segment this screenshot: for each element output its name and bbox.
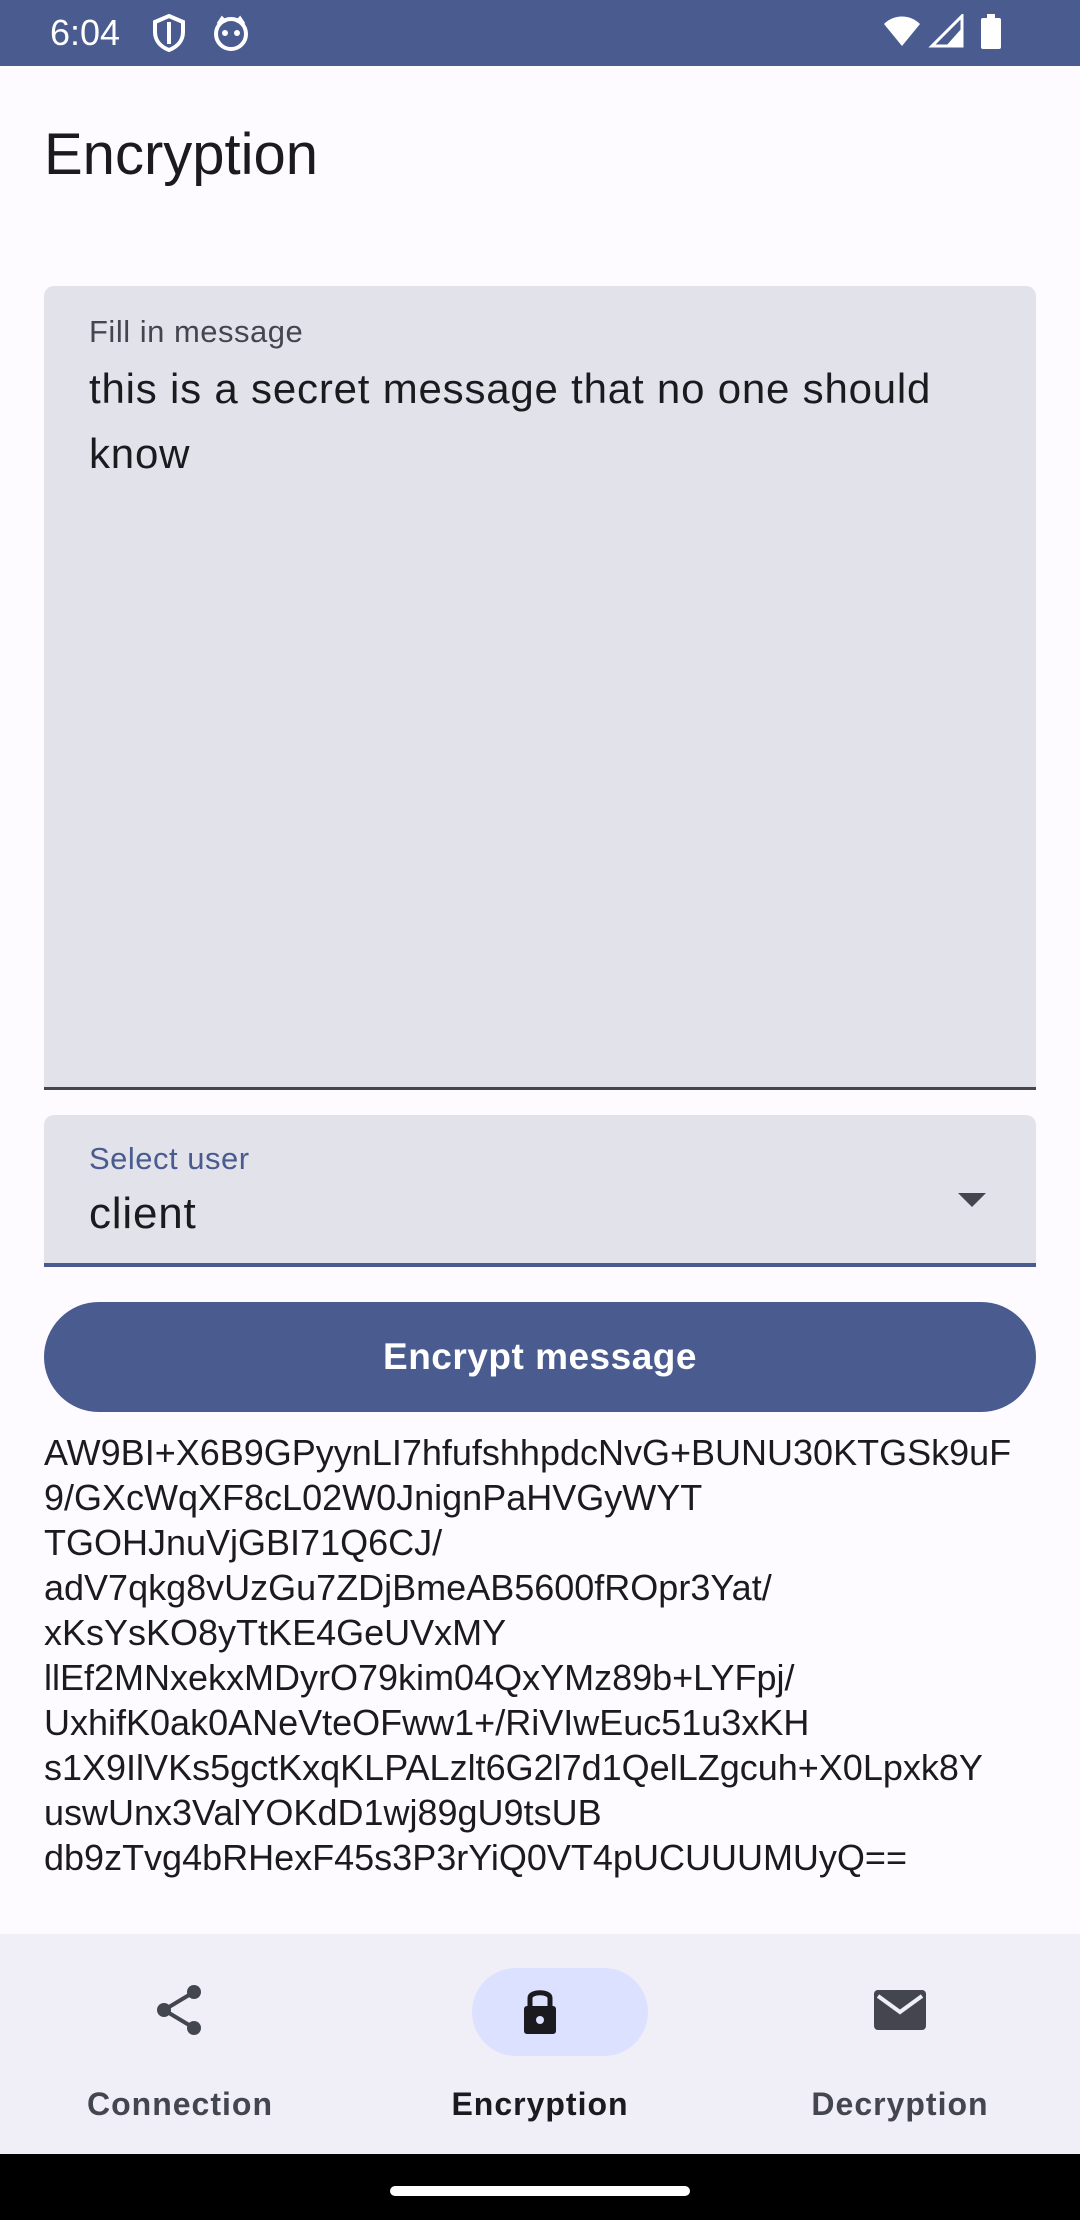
- cipher-line: 9/GXcWqXF8cL02W0JnignPaHVGyWYT: [44, 1477, 703, 1518]
- cipher-line: TGOHJnuVjGBI71Q6CJ/: [44, 1522, 443, 1563]
- battery-icon: [980, 14, 1002, 55]
- select-user-label: Select user: [89, 1141, 250, 1176]
- nav-label-encryption: Encryption: [451, 2086, 629, 2122]
- nav-label-connection: Connection: [87, 2086, 273, 2122]
- nav-item-decryption[interactable]: Decryption: [720, 1934, 1080, 2154]
- lock-icon: [510, 1980, 570, 2045]
- cipher-output: AW9BI+X6B9GPyynLI7hfufshhpdcNvG+BUNU30KT…: [44, 1430, 1044, 1890]
- dropdown-arrow-icon[interactable]: [952, 1181, 992, 1226]
- message-field-value[interactable]: this is a secret message that no one sho…: [89, 356, 969, 486]
- status-time: 6:04: [50, 12, 121, 53]
- cipher-line: UxhifK0ak0ANeVteOFww1+/RiVIwEuc51u3xKH: [44, 1702, 810, 1743]
- message-field-label: Fill in message: [89, 314, 304, 349]
- cipher-line: adV7qkg8vUzGu7ZDjBmeAB5600fROpr3Yat/: [44, 1567, 772, 1608]
- shield-icon: [152, 13, 186, 57]
- bottom-navigation: Connection Encryption Decryption: [0, 1934, 1080, 2154]
- message-text-area[interactable]: Fill in message this is a secret message…: [44, 286, 1036, 1090]
- cipher-line: xKsYsKO8yTtKE4GeUVxMY: [44, 1612, 507, 1653]
- share-icon: [150, 1980, 210, 2045]
- cipher-line: uswUnx3ValYOKdD1wj89gU9tsUB: [44, 1792, 602, 1833]
- encrypt-message-button[interactable]: Encrypt message: [44, 1302, 1036, 1412]
- cipher-line: s1X9IlVKs5gctKxqKLPALzlt6G2l7d1QelLZgcuh…: [44, 1747, 983, 1788]
- cat-icon: [212, 14, 250, 57]
- select-user-value[interactable]: client: [89, 1189, 197, 1239]
- nav-item-encryption[interactable]: Encryption: [360, 1934, 720, 2154]
- status-bar: 6:04: [0, 0, 1080, 66]
- cipher-line: AW9BI+X6B9GPyynLI7hfufshhpdcNvG+BUNU30KT…: [44, 1432, 1012, 1473]
- cipher-line: db9zTvg4bRHexF45s3P3rYiQ0VT4pUCUUUMUyQ==: [44, 1837, 907, 1878]
- page-title: Encryption: [44, 122, 319, 187]
- nav-label-decryption: Decryption: [811, 2086, 989, 2122]
- select-user-dropdown[interactable]: Select user client: [44, 1115, 1036, 1267]
- wifi-icon: [882, 14, 922, 53]
- cipher-line: llEf2MNxekxMDyrO79kim04QxYMz89b+LYFpj/: [44, 1657, 795, 1698]
- signal-icon: [928, 12, 964, 53]
- nav-item-connection[interactable]: Connection: [0, 1934, 360, 2154]
- mail-icon: [870, 1980, 930, 2045]
- home-gesture-handle[interactable]: [390, 2186, 690, 2196]
